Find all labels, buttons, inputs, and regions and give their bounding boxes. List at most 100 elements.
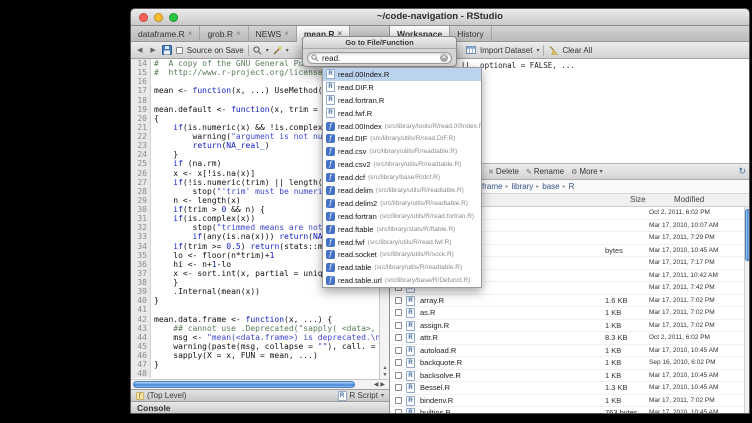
goto-result-function[interactable]: fread.ftable(src/library/stats/R/ftable.…: [323, 223, 481, 236]
file-name[interactable]: assign.R: [420, 321, 605, 330]
file-checkbox[interactable]: [395, 397, 402, 404]
file-name[interactable]: Bessel.R: [420, 383, 605, 392]
clear-search-icon[interactable]: ✕: [440, 54, 448, 62]
scope-indicator[interactable]: (Top Level): [147, 391, 187, 400]
clear-all-button[interactable]: Clear All: [562, 46, 592, 55]
file-name[interactable]: attr.R: [420, 333, 605, 342]
r-file-icon: R: [406, 332, 415, 343]
scrollbar-arrows[interactable]: ◀▶: [374, 381, 387, 388]
refresh-icon[interactable]: ↻: [738, 166, 746, 177]
file-row[interactable]: Rbackquote.R1 KBSep 16, 2010, 6:02 PM: [390, 357, 745, 370]
goto-result-file[interactable]: Rread.DIF.R: [323, 81, 481, 94]
goto-result-function[interactable]: fread.00Index(src/library/tools/R/read.0…: [323, 120, 481, 133]
goto-result-function[interactable]: fread.delim(src/library/utils/R/readtabl…: [323, 184, 481, 197]
goto-result-file[interactable]: Rread.fortran.R: [323, 94, 481, 107]
file-name[interactable]: backquote.R: [420, 358, 605, 367]
file-name[interactable]: array.R: [420, 296, 605, 305]
file-row[interactable]: Rbacksolve.R1 KBMar 17, 2010, 10:45 AM: [390, 370, 745, 383]
delete-file-button[interactable]: ✕ Delete: [488, 167, 519, 176]
nav-forward-icon[interactable]: ▶: [148, 45, 157, 55]
more-menu-button[interactable]: ⚙ More ▾: [571, 167, 603, 176]
search-icon: [311, 54, 319, 62]
file-checkbox[interactable]: [395, 347, 402, 354]
goto-result-function[interactable]: fread.socket(src/library/utils/R/sock.R): [323, 248, 481, 261]
scroll-right-icon[interactable]: ▶: [380, 382, 387, 388]
file-row[interactable]: Ras.R1 KBMar 17, 2011, 7:02 PM: [390, 307, 745, 320]
rename-file-button[interactable]: ✎ Rename: [526, 167, 564, 176]
search-menu-caret-icon[interactable]: ▾: [266, 47, 269, 54]
editor-horizontal-scrollbar[interactable]: ◀▶: [131, 379, 389, 389]
scroll-up-icon[interactable]: ▲: [380, 365, 389, 372]
editor-tab-NEWS[interactable]: NEWS×: [249, 26, 297, 42]
file-checkbox[interactable]: [395, 322, 402, 329]
goto-result-function[interactable]: fread.dcf(src/library/base/R/dcf.R): [323, 171, 481, 184]
file-row[interactable]: Rarray.R1.6 KBMar 17, 2011, 7:02 PM: [390, 295, 745, 308]
result-path: (src/library/base/R/Defunct.R): [385, 277, 471, 284]
window-titlebar[interactable]: ~/code-navigation - RStudio: [131, 9, 749, 26]
source-on-save-checkbox[interactable]: [176, 47, 183, 54]
file-type-caret-icon[interactable]: ▾: [381, 392, 384, 399]
import-dataset-caret-icon[interactable]: ▾: [536, 47, 539, 54]
scrollbar-thumb[interactable]: [133, 381, 355, 388]
goto-result-function[interactable]: fread.table.url(src/library/base/R/Defun…: [323, 274, 481, 287]
files-vertical-scrollbar[interactable]: [744, 207, 750, 413]
column-size[interactable]: Size: [630, 195, 646, 204]
line-number: 20: [131, 114, 151, 123]
file-checkbox[interactable]: [395, 334, 402, 341]
console-pane-header[interactable]: Console: [131, 401, 389, 413]
breadcrumb-segment[interactable]: base: [542, 182, 559, 191]
file-row[interactable]: Rattr.R8.3 KBOct 2, 2011, 6:02 PM: [390, 332, 745, 345]
goto-result-function[interactable]: fread.delim2(src/library/utils/R/readtab…: [323, 197, 481, 210]
breadcrumb-segment[interactable]: R: [569, 182, 575, 191]
import-dataset-button[interactable]: Import Dataset: [480, 46, 532, 55]
goto-result-function[interactable]: fread.fortran(src/library/utils/R/read.f…: [323, 210, 481, 223]
breadcrumb-segment[interactable]: library: [511, 182, 533, 191]
r-file-icon: R: [406, 345, 415, 356]
save-icon[interactable]: [162, 45, 172, 55]
scroll-down-icon[interactable]: ▼: [380, 372, 389, 379]
close-tab-icon[interactable]: ×: [236, 30, 241, 38]
goto-result-function[interactable]: fread.fwf(src/library/utils/R/read.fwf.R…: [323, 236, 481, 249]
file-type-selector[interactable]: R Script: [350, 391, 378, 400]
goto-result-function[interactable]: fread.csv2(src/library/utils/R/readtable…: [323, 158, 481, 171]
file-checkbox[interactable]: [395, 372, 402, 379]
nav-back-icon[interactable]: ◀: [135, 45, 144, 55]
function-icon: f: [326, 250, 335, 259]
goto-result-file[interactable]: Rread.00Index.R: [323, 68, 481, 81]
file-name[interactable]: autoload.R: [420, 346, 605, 355]
file-name[interactable]: builtins.R: [420, 408, 605, 413]
goto-result-function[interactable]: fread.DIF(src/library/utils/R/read.DIF.R…: [323, 132, 481, 145]
goto-result-function[interactable]: fread.csv(src/library/utils/R/readtable.…: [323, 145, 481, 158]
scrollbar-thumb[interactable]: [745, 209, 750, 261]
scrollbar-arrows[interactable]: ▲ ▼: [380, 365, 389, 379]
goto-result-function[interactable]: fread.table(src/library/utils/R/readtabl…: [323, 261, 481, 274]
line-number: 30: [131, 205, 151, 214]
editor-tab-dataframe.R[interactable]: dataframe.R×: [131, 26, 200, 42]
breadcrumb-segment[interactable]: frame: [482, 182, 502, 191]
editor-tab-grob.R[interactable]: grob.R×: [200, 26, 248, 42]
file-checkbox[interactable]: [395, 409, 402, 413]
file-name[interactable]: bindenv.R: [420, 396, 605, 405]
close-tab-icon[interactable]: ×: [188, 30, 193, 38]
file-name[interactable]: as.R: [420, 308, 605, 317]
file-row[interactable]: RBessel.R1.3 KBMar 17, 2010, 10:45 AM: [390, 382, 745, 395]
column-modified[interactable]: Modified: [674, 195, 704, 204]
file-checkbox[interactable]: [395, 309, 402, 316]
wand-menu-caret-icon[interactable]: ▾: [286, 47, 289, 54]
goto-search-input[interactable]: read. ✕: [307, 52, 452, 64]
file-checkbox[interactable]: [395, 359, 402, 366]
search-icon[interactable]: [253, 46, 262, 55]
file-checkbox[interactable]: [395, 297, 402, 304]
close-tab-icon[interactable]: ×: [284, 30, 289, 38]
file-row[interactable]: Rassign.R1 KBMar 17, 2011, 7:02 PM: [390, 320, 745, 333]
code-tools-wand-icon[interactable]: [273, 46, 282, 55]
file-name[interactable]: backsolve.R: [420, 371, 605, 380]
file-modified: Mar 17, 2010, 10:45 AM: [649, 247, 745, 254]
goto-file-function-window: Go to File/Function read. ✕: [302, 36, 457, 67]
file-checkbox[interactable]: [395, 384, 402, 391]
file-row[interactable]: Rbindenv.R1 KBMar 17, 2011, 7:02 PM: [390, 395, 745, 408]
file-row[interactable]: Rbuiltins.R763 bytesMar 17, 2010, 10:45 …: [390, 407, 745, 413]
file-row[interactable]: Rautoload.R1 KBMar 17, 2010, 10:45 AM: [390, 345, 745, 358]
file-size: 1.6 KB: [605, 296, 649, 305]
goto-result-file[interactable]: Rread.fwf.R: [323, 107, 481, 120]
